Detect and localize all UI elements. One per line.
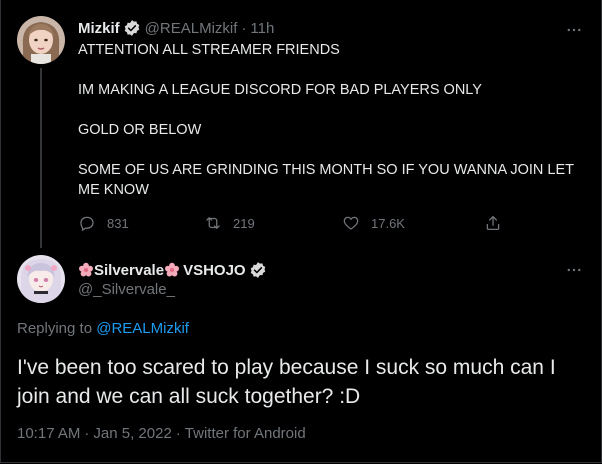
separator-dot: · — [84, 425, 90, 442]
reply-icon — [80, 216, 94, 231]
separator-dot: · — [241, 19, 247, 37]
tweet-date[interactable]: Jan 5, 2022 — [93, 425, 171, 442]
mizkif-handle[interactable]: @REALMizkif — [145, 20, 238, 37]
tweet-paragraph: ATTENTION ALL STREAMER FRIENDS — [78, 42, 340, 58]
parent-tweet-header: Mizkif @REALMizkif · 11h — [78, 18, 274, 38]
silvervale-display-name-suffix[interactable]: VSHOJO — [183, 262, 246, 279]
like-button[interactable]: 17.6K — [342, 213, 405, 233]
tweet-action-bar: 831 219 17.6K — [78, 213, 518, 233]
reply-count: 831 — [107, 215, 129, 231]
silvervale-display-name[interactable]: Silvervale — [94, 262, 164, 279]
retweet-icon — [206, 217, 220, 229]
separator-dot: · — [175, 425, 181, 442]
more-options-icon[interactable] — [564, 20, 584, 40]
share-icon — [486, 215, 500, 231]
silvervale-avatar[interactable] — [17, 255, 65, 303]
tweet-paragraph: SOME OF US ARE GRINDING THIS MONTH SO IF… — [78, 162, 574, 198]
verified-badge-icon — [123, 19, 141, 37]
replying-to-line: Replying to @REALMizkif — [17, 320, 189, 337]
tweet-paragraph: IM MAKING A LEAGUE DISCORD FOR BAD PLAYE… — [78, 82, 482, 98]
tweet-time[interactable]: 10:17 AM — [17, 425, 80, 442]
tweet-source[interactable]: Twitter for Android — [185, 425, 306, 442]
retweet-button[interactable]: 219 — [204, 213, 255, 233]
share-button[interactable] — [484, 213, 502, 233]
cherry-blossom-icon — [164, 262, 180, 278]
tweet-paragraph: GOLD OR BELOW — [78, 122, 202, 138]
parent-tweet-text: ATTENTION ALL STREAMER FRIENDS IM MAKING… — [78, 40, 578, 220]
tweet-thread: Mizkif @REALMizkif · 11h ATTENTION ALL S… — [0, 0, 602, 463]
mizkif-avatar[interactable] — [17, 16, 65, 64]
cherry-blossom-icon — [78, 262, 94, 278]
replying-to-mention-link[interactable]: @REALMizkif — [96, 320, 189, 337]
heart-icon — [343, 216, 359, 230]
reply-tweet-header: Silvervale VSHOJO — [78, 260, 267, 280]
verified-badge-icon — [249, 261, 267, 279]
replying-to-label: Replying to — [17, 320, 93, 337]
mizkif-display-name[interactable]: Mizkif — [78, 20, 120, 37]
like-count: 17.6K — [371, 215, 405, 231]
silvervale-handle[interactable]: @_Silvervale_ — [78, 281, 175, 298]
reply-tweet-text: I've been too scared to play because I s… — [17, 356, 556, 408]
more-options-icon[interactable] — [564, 260, 584, 280]
tweet-timestamp[interactable]: 11h — [250, 20, 274, 37]
reply-button[interactable]: 831 — [78, 213, 129, 233]
tweet-metadata: 10:17 AM · Jan 5, 2022 · Twitter for Android — [17, 425, 306, 442]
retweet-count: 219 — [233, 215, 255, 231]
thread-connector — [40, 68, 42, 248]
